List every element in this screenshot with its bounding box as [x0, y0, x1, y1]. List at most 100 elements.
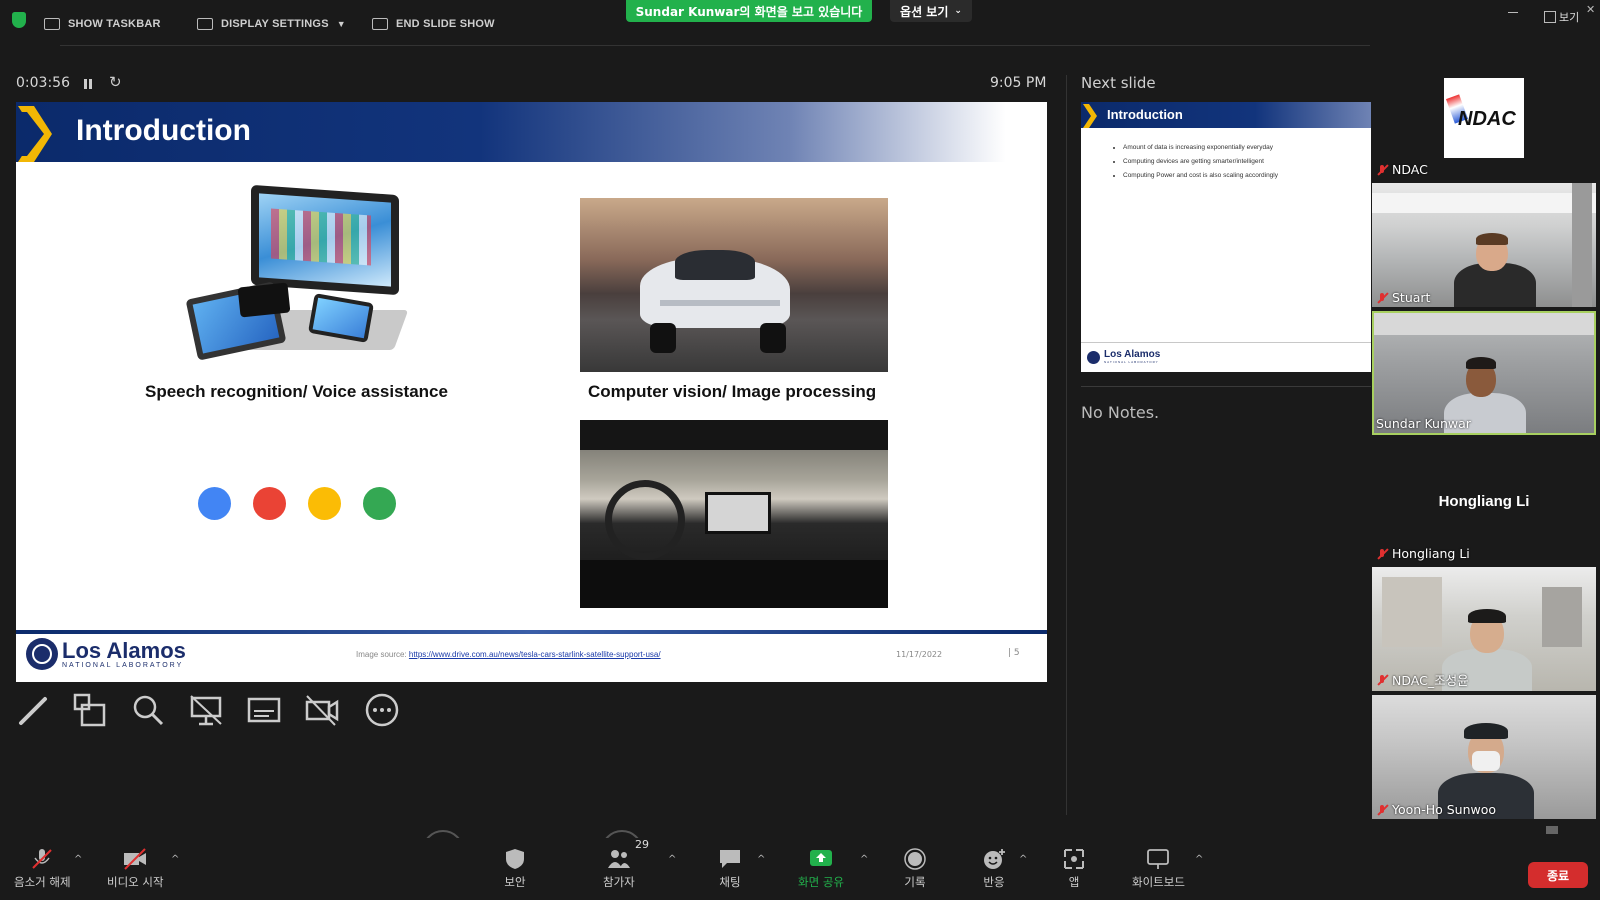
car-image	[580, 198, 888, 372]
camera-off-icon[interactable]	[305, 693, 339, 727]
gallery-scroll-down-icon[interactable]	[1546, 826, 1558, 834]
presenter-timer: 0:03:56	[16, 75, 70, 91]
notes-divider	[1081, 386, 1371, 387]
whiteboard-options-caret[interactable]: ^	[1195, 854, 1203, 865]
shield-icon	[506, 849, 524, 869]
video-tile-stuart[interactable]: Stuart	[1372, 183, 1596, 307]
record-label: 기록	[904, 875, 926, 889]
view-options-button[interactable]: 옵션 보기 ⌄	[890, 0, 972, 22]
display-icon	[197, 18, 213, 30]
participant-name: Stuart	[1392, 290, 1431, 305]
end-show-icon	[372, 18, 388, 30]
minimize-icon[interactable]	[1508, 12, 1518, 13]
share-screen-label: 화면 공유	[798, 875, 844, 889]
next-slide-logo: Los Alamos NATIONAL LABORATORY	[1087, 350, 1160, 364]
devices-image	[181, 184, 421, 380]
participants-button[interactable]: 참가자	[603, 848, 635, 890]
subtitles-icon[interactable]	[247, 693, 281, 727]
slide-number: | 5	[1008, 648, 1020, 658]
participant-name: Hongliang Li	[1392, 546, 1470, 561]
participants-count: 29	[635, 838, 649, 851]
start-video-button[interactable]: 비디오 시작	[107, 848, 164, 890]
restart-icon[interactable]: ↻	[109, 73, 122, 91]
top-divider	[60, 45, 1370, 46]
mic-muted-icon	[1376, 292, 1388, 304]
video-tile-sundar-kunwar[interactable]: Sundar Kunwar	[1372, 311, 1596, 435]
slide-date: 11/17/2022	[896, 650, 943, 659]
slides-grid-icon[interactable]	[73, 693, 107, 727]
chevron-down-icon: ⌄	[954, 6, 962, 16]
view-options-label: 옵션 보기	[900, 4, 949, 19]
los-alamos-logo: Los Alamos NATIONAL LABORATORY	[26, 638, 186, 670]
close-icon[interactable]: ✕	[1586, 3, 1595, 16]
unmute-button[interactable]: 음소거 해제	[14, 848, 71, 890]
display-settings-button[interactable]: DISPLAY SETTINGS ▼	[197, 18, 346, 30]
record-icon	[904, 848, 926, 870]
video-tile-hongliang-li[interactable]: Hongliang Li Hongliang Li	[1372, 439, 1596, 563]
apps-icon	[1064, 849, 1084, 869]
participant-name: Yoon-Ho Sunwoo	[1392, 802, 1497, 817]
apps-button[interactable]: 앱	[1062, 848, 1086, 890]
elapsed-time: 0:03:56	[16, 75, 70, 91]
participant-name: NDAC	[1392, 162, 1428, 177]
current-slide: Introduction Speech recognition/ Voice a…	[16, 102, 1047, 682]
display-settings-label: DISPLAY SETTINGS	[221, 18, 329, 30]
share-screen-icon	[809, 850, 832, 866]
end-slide-show-button[interactable]: END SLIDE SHOW	[372, 18, 495, 30]
reactions-options-caret[interactable]: ^	[1019, 854, 1027, 865]
participant-name: NDAC_조성윤	[1392, 673, 1469, 688]
end-meeting-button[interactable]: 종료	[1528, 862, 1588, 888]
record-button[interactable]: 기록	[903, 848, 927, 890]
participant-name: Sundar Kunwar	[1376, 416, 1471, 431]
whiteboard-button[interactable]: 화이트보드	[1132, 848, 1185, 890]
image-source-prefix: Image source:	[356, 650, 409, 659]
chat-icon	[720, 850, 740, 868]
next-slide-preview[interactable]: Introduction Amount of data is increasin…	[1081, 102, 1371, 372]
participants-options-caret[interactable]: ^	[668, 854, 676, 865]
image-source-link[interactable]: https://www.drive.com.au/news/tesla-cars…	[409, 650, 661, 659]
assistant-dot-red	[253, 487, 286, 520]
video-options-caret[interactable]: ^	[171, 854, 179, 865]
ndac-logo-text: NDAC	[1458, 108, 1516, 130]
pen-tool-icon[interactable]	[17, 693, 51, 727]
chat-label: 채팅	[719, 875, 741, 889]
video-tile-ndac-cho[interactable]: NDAC_조성윤	[1372, 567, 1596, 691]
black-screen-icon[interactable]	[189, 693, 223, 727]
audio-options-caret[interactable]: ^	[74, 854, 82, 865]
share-options-caret[interactable]: ^	[860, 854, 868, 865]
image-source: Image source: https://www.drive.com.au/n…	[356, 650, 661, 659]
end-slide-show-label: END SLIDE SHOW	[396, 18, 495, 30]
whiteboard-icon	[1147, 849, 1170, 869]
panel-divider-vertical	[1066, 75, 1067, 815]
top-control-bar: SHOW TASKBAR DISPLAY SETTINGS ▼ END SLID…	[0, 0, 1600, 50]
next-slide-bullet: Amount of data is increasing exponential…	[1123, 144, 1278, 151]
mic-muted-icon	[1376, 164, 1388, 176]
next-slide-bullets: Amount of data is increasing exponential…	[1123, 144, 1278, 186]
zoom-icon[interactable]	[131, 693, 165, 727]
start-video-label: 비디오 시작	[107, 875, 164, 889]
next-slide-chevron-icon	[1083, 104, 1097, 128]
vision-caption: Computer vision/ Image processing	[588, 382, 877, 401]
next-lanl-sub: NATIONAL LABORATORY	[1104, 360, 1159, 364]
caret-down-icon: ▼	[336, 19, 346, 29]
security-button[interactable]: 보안	[503, 848, 527, 890]
assistant-dot-yellow	[308, 487, 341, 520]
lanl-sub: NATIONAL LABORATORY	[62, 661, 184, 669]
slide-footer-line	[16, 630, 1047, 634]
show-taskbar-label: SHOW TASKBAR	[68, 18, 161, 30]
video-off-icon	[124, 848, 147, 870]
reactions-label: 반응	[983, 875, 1005, 889]
current-time: 9:05 PM	[990, 75, 1047, 91]
next-slide-title: Introduction	[1107, 107, 1183, 122]
share-screen-button[interactable]: 화면 공유	[798, 848, 844, 890]
video-tile-ndac[interactable]: NDAC NDAC	[1372, 55, 1596, 179]
chat-options-caret[interactable]: ^	[757, 854, 765, 865]
reactions-button[interactable]: 반응	[982, 848, 1006, 890]
chat-button[interactable]: 채팅	[718, 848, 742, 890]
mic-muted-icon	[1376, 804, 1388, 816]
more-options-icon[interactable]	[365, 693, 399, 727]
pause-icon[interactable]	[84, 79, 92, 89]
view-button[interactable]: 보기	[1544, 9, 1579, 25]
video-tile-yoon-ho-sunwoo[interactable]: Yoon-Ho Sunwoo	[1372, 695, 1596, 819]
show-taskbar-button[interactable]: SHOW TASKBAR	[44, 18, 161, 30]
